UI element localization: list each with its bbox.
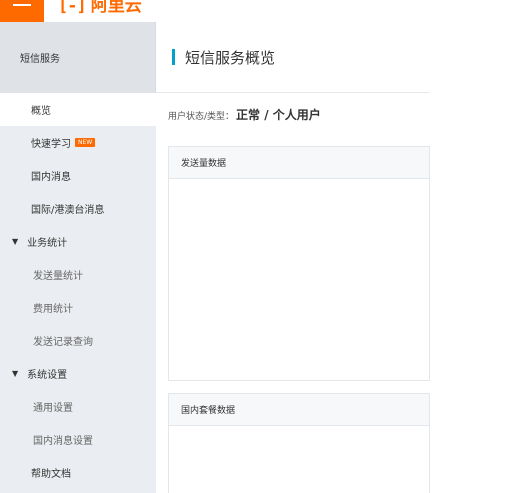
logo-mark: [-]	[58, 0, 87, 16]
sidebar-item-label: 快速学习	[31, 139, 71, 150]
sidebar: 短信服务 概览 快速学习 NEW 国内消息 国际/港澳台消息 ▼ 业务统计 发送…	[0, 22, 156, 493]
page-header: 短信服务概览	[156, 22, 430, 93]
user-status-value: 正常 / 个人用户	[236, 108, 321, 122]
caret-down-icon: ▼	[12, 369, 19, 378]
sidebar-item-label: 帮助文档	[31, 469, 71, 480]
sidebar-item-label: 系统设置	[27, 370, 68, 381]
sidebar-item-cost-stats[interactable]: 费用统计	[0, 291, 156, 324]
new-badge: NEW	[75, 138, 96, 147]
logo-text: 阿里云	[90, 0, 142, 16]
blank-area	[430, 0, 505, 493]
sidebar-title: 短信服务	[0, 22, 156, 93]
sidebar-item-label: 业务统计	[27, 238, 68, 249]
sidebar-item-label: 国际/港澳台消息	[31, 205, 105, 216]
domestic-package-panel: 国内套餐数据	[168, 393, 430, 493]
sidebar-item-label: 发送记录查询	[33, 337, 93, 348]
panel-title: 国内套餐数据	[169, 394, 429, 426]
page-title: 短信服务概览	[185, 48, 276, 67]
sidebar-item-send-record-query[interactable]: 发送记录查询	[0, 324, 156, 357]
menu-button[interactable]	[0, 0, 44, 22]
user-status-label: 用户状态/类型：	[168, 112, 235, 122]
hamburger-icon	[13, 4, 31, 6]
sidebar-item-general-settings[interactable]: 通用设置	[0, 390, 156, 423]
sidebar-item-send-volume-stats[interactable]: 发送量统计	[0, 258, 156, 291]
title-accent-bar	[172, 49, 175, 65]
send-volume-panel: 发送量数据	[168, 146, 430, 381]
sidebar-group-system-settings[interactable]: ▼ 系统设置	[0, 357, 156, 390]
aliyun-logo[interactable]: [-] 阿里云	[58, 0, 142, 16]
sidebar-item-label: 国内消息设置	[33, 436, 93, 447]
sidebar-item-label: 概览	[31, 106, 51, 117]
sidebar-item-overview[interactable]: 概览	[0, 93, 156, 126]
sidebar-item-label: 通用设置	[33, 403, 73, 414]
panel-title: 发送量数据	[169, 147, 429, 179]
main-content: 短信服务概览 用户状态/类型： 正常 / 个人用户 发送量数据 国内套餐数据	[156, 22, 430, 493]
sidebar-group-business-stats[interactable]: ▼ 业务统计	[0, 225, 156, 258]
sidebar-item-help-docs[interactable]: 帮助文档	[0, 456, 156, 489]
sidebar-item-international-messages[interactable]: 国际/港澳台消息	[0, 192, 156, 225]
sidebar-item-domestic-message-settings[interactable]: 国内消息设置	[0, 423, 156, 456]
sidebar-item-label: 国内消息	[31, 172, 71, 183]
sidebar-item-domestic-messages[interactable]: 国内消息	[0, 159, 156, 192]
user-status: 用户状态/类型： 正常 / 个人用户	[168, 106, 321, 123]
sidebar-item-quick-learn[interactable]: 快速学习 NEW	[0, 126, 156, 159]
top-bar: [-] 阿里云	[0, 0, 430, 22]
caret-down-icon: ▼	[12, 237, 19, 246]
sidebar-item-label: 费用统计	[33, 304, 73, 315]
sidebar-item-label: 发送量统计	[33, 271, 83, 282]
